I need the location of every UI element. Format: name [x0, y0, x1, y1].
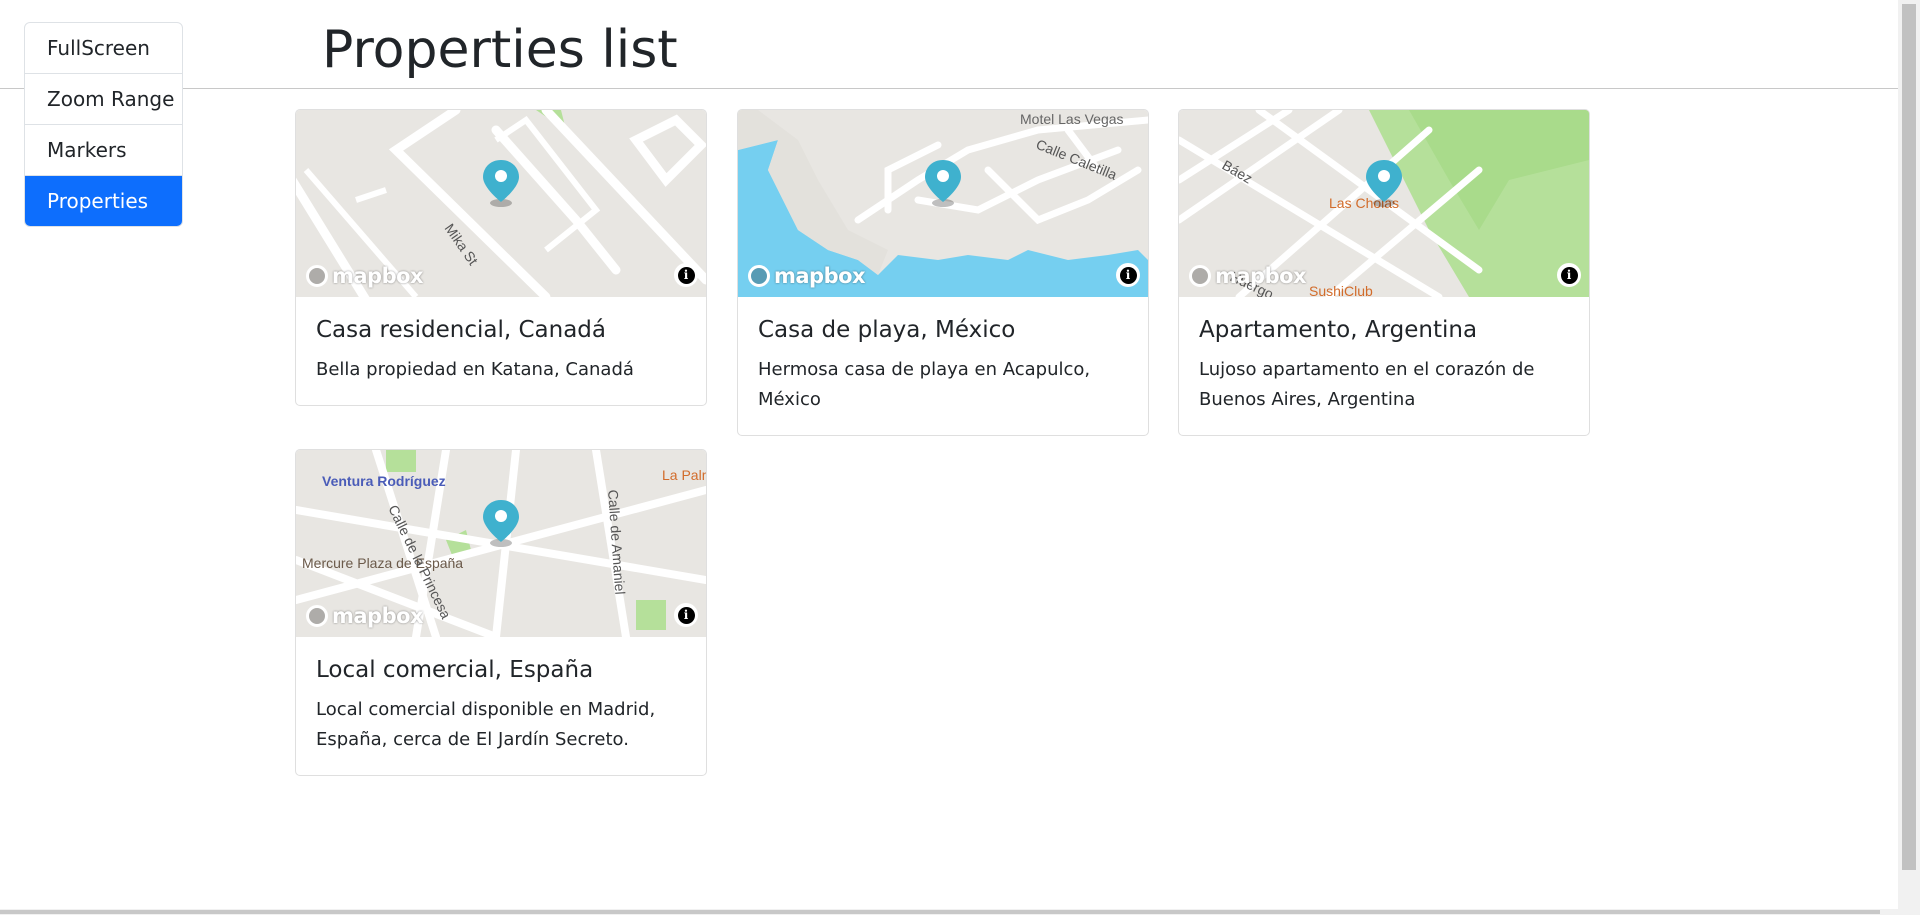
card-title: Casa de playa, México	[758, 317, 1016, 343]
horizontal-scrollbar[interactable]	[0, 909, 1898, 915]
mapbox-logo-icon	[306, 265, 328, 287]
vertical-scrollbar-thumb[interactable]	[1902, 4, 1916, 870]
map-label: SushiClub	[1309, 283, 1373, 297]
mapbox-logo-icon	[1189, 265, 1211, 287]
card-body: Casa de playa, México Hermosa casa de pl…	[738, 297, 1148, 435]
mapbox-logo[interactable]: mapbox	[1189, 263, 1307, 289]
property-card-spain[interactable]: Ventura Rodríguez Mercure Plaza de Españ…	[295, 449, 707, 776]
map-label: Ventura Rodríguez	[322, 473, 446, 489]
property-map-argentina[interactable]: Báez Las Cholas SushiClub Huergo mapbox …	[1179, 110, 1589, 297]
mapbox-logo[interactable]: mapbox	[306, 603, 424, 629]
nav-item-fullscreen[interactable]: FullScreen	[25, 23, 182, 74]
card-title: Casa residencial, Canadá	[316, 317, 607, 343]
property-map-spain[interactable]: Ventura Rodríguez Mercure Plaza de Españ…	[296, 450, 706, 637]
property-card-argentina[interactable]: Báez Las Cholas SushiClub Huergo mapbox …	[1178, 109, 1590, 436]
info-icon: i	[1560, 266, 1578, 284]
attribution-info-button[interactable]: i	[1557, 263, 1581, 287]
attribution-info-button[interactable]: i	[1116, 263, 1140, 287]
card-description: Local comercial disponible en Madrid, Es…	[316, 699, 656, 750]
property-map-mexico[interactable]: Motel Las Vegas Calle Caletilla mapbox i	[738, 110, 1148, 297]
nav-item-zoom-range[interactable]: Zoom Range	[25, 74, 182, 125]
card-title: Local comercial, España	[316, 657, 594, 683]
page-title: Properties list	[322, 20, 678, 80]
card-title: Apartamento, Argentina	[1199, 317, 1478, 343]
property-card-mexico[interactable]: Motel Las Vegas Calle Caletilla mapbox i…	[737, 109, 1149, 436]
property-map-canada[interactable]: Mika St mapbox i	[296, 110, 706, 297]
map-marker-icon[interactable]	[923, 158, 963, 208]
nav-item-properties[interactable]: Properties	[25, 176, 182, 226]
vertical-scrollbar[interactable]	[1898, 0, 1920, 915]
map-label: Motel Las Vegas	[1020, 111, 1124, 127]
card-description: Hermosa casa de playa en Acapulco, Méxic…	[758, 359, 1091, 410]
card-body: Casa residencial, Canadá Bella propiedad…	[296, 297, 706, 405]
horizontal-scrollbar-thumb[interactable]	[0, 910, 1880, 914]
map-marker-icon[interactable]	[481, 498, 521, 548]
map-marker-icon[interactable]	[1364, 158, 1404, 208]
map-label: La Palm	[662, 467, 706, 483]
mapbox-logo[interactable]: mapbox	[306, 263, 424, 289]
mapbox-logo-text: mapbox	[332, 604, 424, 628]
info-icon: i	[677, 606, 695, 624]
mapbox-logo-icon	[306, 605, 328, 627]
info-icon: i	[1119, 266, 1137, 284]
attribution-info-button[interactable]: i	[674, 603, 698, 627]
map-marker-icon[interactable]	[481, 158, 521, 208]
card-description: Bella propiedad en Katana, Canadá	[316, 359, 634, 380]
sidebar-nav: FullScreen Zoom Range Markers Properties	[24, 22, 183, 227]
attribution-info-button[interactable]: i	[674, 263, 698, 287]
mapbox-logo-text: mapbox	[332, 264, 424, 288]
mapbox-logo-icon	[748, 265, 770, 287]
mapbox-logo-text: mapbox	[1215, 264, 1307, 288]
mapbox-logo-text: mapbox	[774, 264, 866, 288]
card-body: Apartamento, Argentina Lujoso apartament…	[1179, 297, 1589, 435]
nav-item-markers[interactable]: Markers	[25, 125, 182, 176]
card-description: Lujoso apartamento en el corazón de Buen…	[1199, 359, 1535, 410]
header-divider	[0, 88, 1898, 89]
map-label: Mercure Plaza de España	[302, 555, 463, 571]
property-card-canada[interactable]: Mika St mapbox i Casa residencial, Canad…	[295, 109, 707, 406]
info-icon: i	[677, 266, 695, 284]
mapbox-logo[interactable]: mapbox	[748, 263, 866, 289]
card-body: Local comercial, España Local comercial …	[296, 637, 706, 775]
